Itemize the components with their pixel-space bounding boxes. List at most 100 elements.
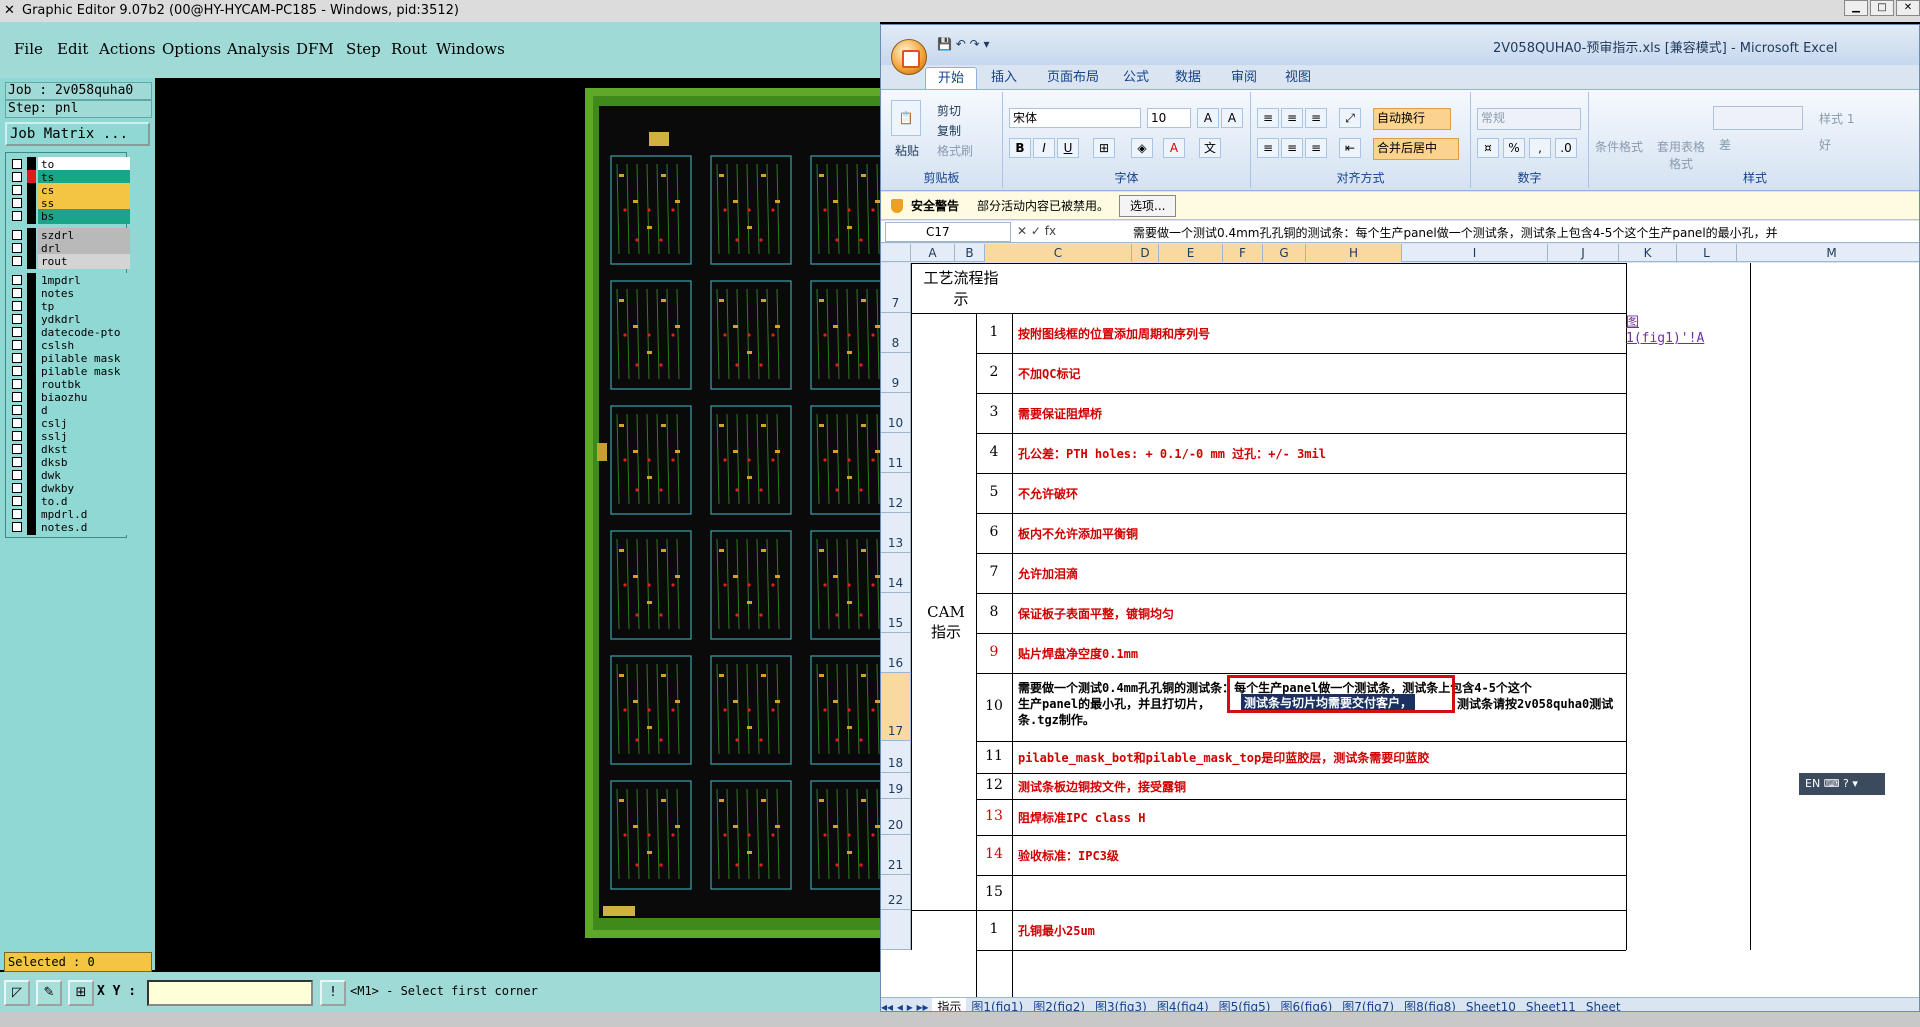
draw-tool-icon[interactable]: ◸	[4, 980, 30, 1006]
currency-icon[interactable]: ¤	[1477, 138, 1499, 158]
orientation-icon[interactable]: ⤢	[1339, 108, 1361, 128]
instruction-text[interactable]: 孔铜最小25um	[1018, 922, 1612, 939]
instruction-text[interactable]: 按附图线框的位置添加周期和序列号	[1018, 325, 1612, 342]
layer-checkbox[interactable]	[12, 522, 22, 532]
layer-checkbox[interactable]	[12, 405, 22, 415]
align-top-icon[interactable]: ≡	[1257, 108, 1279, 128]
menu-dfm[interactable]: DFM	[296, 40, 334, 58]
align-bottom-icon[interactable]: ≡	[1305, 108, 1327, 128]
menu-analysis[interactable]: Analysis	[227, 40, 290, 58]
row-header[interactable]: 19	[881, 773, 911, 799]
paste-button[interactable]: 粘贴	[895, 142, 919, 159]
style-1[interactable]: 样式 1	[1819, 110, 1854, 127]
tab-home[interactable]: 开始	[925, 67, 978, 89]
sheet-tab[interactable]: 图6(fig6)	[1275, 998, 1337, 1011]
column-header[interactable]: D	[1132, 244, 1159, 262]
font-color-icon[interactable]: A	[1163, 138, 1185, 158]
sheet-tab[interactable]: 图1(fig1)	[966, 998, 1028, 1011]
menu-options[interactable]: Options	[162, 40, 221, 58]
sheet-tab[interactable]: Sheet11	[1521, 998, 1581, 1011]
menu-actions[interactable]: Actions	[99, 40, 155, 58]
row17-line3[interactable]: 条.tgz制作。	[1018, 711, 1095, 728]
column-header[interactable]: A	[911, 244, 955, 262]
layer-checkbox[interactable]	[12, 185, 22, 195]
column-header[interactable]: C	[985, 244, 1132, 262]
grid-tool-icon[interactable]: ⊞	[68, 980, 94, 1006]
font-size-select[interactable]: 10	[1147, 108, 1191, 128]
style-good[interactable]: 好	[1819, 136, 1831, 153]
sheet-tab[interactable]: 图5(fig5)	[1214, 998, 1276, 1011]
quick-access-toolbar[interactable]: 💾 ↶ ↷ ▾	[937, 37, 990, 51]
column-header[interactable]: M	[1737, 244, 1919, 262]
layer-checkbox[interactable]	[12, 314, 22, 324]
layer-checkbox[interactable]	[12, 353, 22, 363]
phonetic-icon[interactable]: 文	[1199, 138, 1221, 158]
item-number[interactable]: 4	[976, 444, 1012, 460]
item-number[interactable]: 14	[976, 846, 1012, 862]
layer-checkbox[interactable]	[12, 431, 22, 441]
column-header[interactable]: E	[1159, 244, 1223, 262]
layer-name[interactable]: bs	[38, 209, 130, 224]
align-center-icon[interactable]: ≡	[1281, 138, 1303, 158]
layer-checkbox[interactable]	[12, 230, 22, 240]
layer-row[interactable]: rout	[8, 254, 130, 269]
sheet-tab[interactable]: 图2(fig2)	[1028, 998, 1090, 1011]
layer-name[interactable]: rout	[38, 254, 130, 269]
layer-checkbox[interactable]	[12, 392, 22, 402]
layer-checkbox[interactable]	[12, 509, 22, 519]
name-box[interactable]: C17	[885, 222, 1011, 242]
item-number[interactable]: 6	[976, 524, 1012, 540]
layer-checkbox[interactable]	[12, 496, 22, 506]
italic-icon[interactable]: I	[1033, 138, 1055, 158]
grow-font-icon[interactable]: A	[1197, 108, 1219, 128]
layer-checkbox[interactable]	[12, 366, 22, 376]
tab-view[interactable]: 视图	[1273, 67, 1323, 89]
row-header[interactable]: 18	[881, 741, 911, 773]
info-icon[interactable]: !	[320, 980, 346, 1006]
row-header[interactable]: 22	[881, 875, 911, 910]
row-header[interactable]: 15	[881, 593, 911, 633]
sheet-tab[interactable]: Sheet10	[1461, 998, 1521, 1011]
office-button-icon[interactable]	[891, 39, 927, 75]
layer-row[interactable]: bs	[8, 209, 130, 224]
layer-checkbox[interactable]	[12, 243, 22, 253]
bold-icon[interactable]: B	[1009, 138, 1031, 158]
security-options-button[interactable]: 选项...	[1119, 195, 1177, 217]
formula-input[interactable]: 需要做一个测试0.4mm孔孔铜的测试条：每个生产panel做一个测试条，测试条上…	[1133, 224, 1778, 241]
instruction-text[interactable]: 需要保证阻焊桥	[1018, 405, 1612, 422]
row-header[interactable]	[881, 910, 911, 950]
format-painter-button[interactable]: 格式刷	[937, 142, 973, 159]
layer-row[interactable]: notes.d	[8, 520, 130, 535]
row-header[interactable]: 12	[881, 473, 911, 513]
sheet-tab[interactable]: 图8(fig8)	[1399, 998, 1461, 1011]
instruction-text[interactable]: 不允许破环	[1018, 485, 1612, 502]
instruction-text[interactable]: 验收标准：IPC3级	[1018, 847, 1612, 864]
tab-page-layout[interactable]: 页面布局	[1035, 67, 1111, 89]
row17-line2[interactable]: 生产panel的最小孔，并且打切片，	[1018, 695, 1210, 712]
sheet-tab[interactable]: 图7(fig7)	[1337, 998, 1399, 1011]
sheet-tab[interactable]: 图3(fig3)	[1090, 998, 1152, 1011]
row-header[interactable]: 13	[881, 513, 911, 553]
item-number[interactable]: 2	[976, 364, 1012, 380]
row-header[interactable]: 8	[881, 313, 911, 353]
paste-icon[interactable]: 📋	[891, 100, 921, 136]
column-header[interactable]: I	[1402, 244, 1548, 262]
item-number[interactable]: 15	[976, 884, 1012, 900]
sheet-tab[interactable]: Sheet	[1581, 998, 1626, 1011]
item-number[interactable]: 7	[976, 564, 1012, 580]
fill-color-icon[interactable]: ◈	[1131, 138, 1153, 158]
column-header[interactable]: J	[1548, 244, 1619, 262]
item-number[interactable]: 11	[976, 748, 1012, 764]
spreadsheet-grid[interactable]: 7 8 9 10 11 12 13 14 15 16 17 18 19 20 21 22 工艺流程指示 CAM指示…	[881, 263, 1919, 998]
item-number[interactable]: 13	[976, 808, 1012, 824]
item-number[interactable]: 1	[976, 324, 1012, 340]
instruction-text[interactable]: 阻焊标准IPC class H	[1018, 809, 1612, 826]
align-right-icon[interactable]: ≡	[1305, 138, 1327, 158]
cut-button[interactable]: 剪切	[937, 102, 961, 119]
tab-formulas[interactable]: 公式	[1111, 67, 1161, 89]
indent-icon[interactable]: ⇤	[1339, 138, 1361, 158]
underline-icon[interactable]: U	[1057, 138, 1079, 158]
instruction-text[interactable]: 贴片焊盘净空度0.1mm	[1018, 645, 1612, 662]
column-header[interactable]: L	[1677, 244, 1737, 262]
layer-checkbox[interactable]	[12, 470, 22, 480]
